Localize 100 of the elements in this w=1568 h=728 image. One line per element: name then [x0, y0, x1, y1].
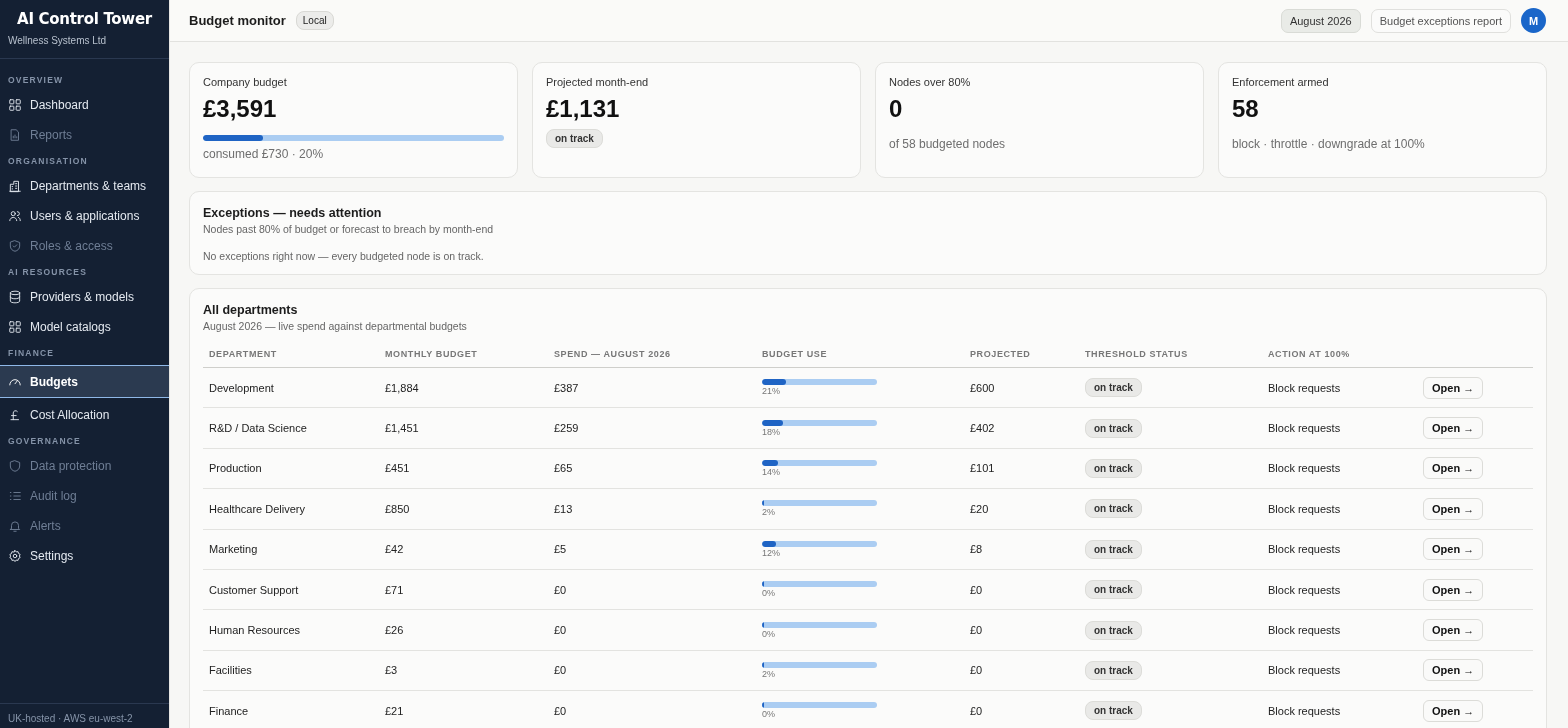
- status-badge: on track: [1085, 499, 1142, 519]
- table-cell-text: £13: [554, 502, 574, 515]
- open-button[interactable]: Open →: [1423, 417, 1484, 440]
- hosting-note: UK-hosted · AWS eu-west-2: [0, 703, 169, 728]
- table-cell-text: Block requests: [1268, 543, 1342, 556]
- sidebar-item[interactable]: Settings: [0, 541, 169, 571]
- bell-icon: [8, 519, 22, 533]
- table-cell-text: Block requests: [1268, 462, 1342, 475]
- table-cell-text: Block requests: [1268, 704, 1342, 717]
- section-heading: AI RESOURCES: [7, 266, 89, 279]
- table-cell-text: Facilities: [209, 664, 253, 677]
- table-cell-text: Customer Support: [209, 583, 300, 596]
- table-cell-text: £451: [385, 462, 411, 475]
- table-cell-text: Finance: [209, 704, 250, 717]
- sidebar-item[interactable]: Dashboard: [0, 90, 169, 120]
- period-button[interactable]: August 2026: [1280, 8, 1361, 33]
- sidebar-item[interactable]: Providers & models: [0, 282, 169, 312]
- open-button[interactable]: Open →: [1423, 619, 1484, 642]
- table-cell-text: £101: [970, 462, 996, 475]
- table-cell-text: £26: [385, 624, 405, 637]
- table-cell-text: £0: [970, 664, 984, 677]
- stat-value: £3,591: [203, 95, 278, 123]
- sidebar-item[interactable]: Budgets: [0, 365, 169, 398]
- sidebar-item[interactable]: Users & applications: [0, 201, 169, 231]
- open-button[interactable]: Open →: [1423, 659, 1484, 682]
- usage-percent: 12%: [762, 547, 781, 558]
- column-header: ACTION AT 100%: [1268, 348, 1351, 359]
- sidebar-item[interactable]: Model catalogs: [0, 312, 169, 342]
- organisation-name: Wellness Systems Ltd: [8, 35, 108, 46]
- document-icon: [8, 128, 22, 142]
- table-cell-text: £20: [970, 502, 990, 515]
- database-icon: [8, 290, 22, 304]
- stat-value: £1,131: [546, 95, 621, 123]
- table-cell-text: Block requests: [1268, 583, 1342, 596]
- grid-icon: [8, 320, 22, 334]
- status-badge: on track: [1085, 620, 1142, 640]
- usage-percent: 2%: [762, 668, 776, 679]
- section-subtitle: August 2026 — live spend against departmental budgets: [203, 320, 468, 332]
- status-badge: on track: [1085, 378, 1142, 398]
- table-cell-text: £0: [554, 583, 568, 596]
- table-cell-text: £0: [554, 624, 568, 637]
- stat-label: Nodes over 80%: [889, 76, 972, 88]
- sidebar-item[interactable]: Cost Allocation: [0, 400, 169, 430]
- section-title: All departments: [203, 303, 299, 317]
- column-header: MONTHLY BUDGET: [385, 348, 479, 359]
- table-cell-text: Block requests: [1268, 502, 1342, 515]
- open-button[interactable]: Open →: [1423, 699, 1484, 722]
- column-header: BUDGET USE: [762, 348, 828, 359]
- status-badge: on track: [1085, 458, 1142, 478]
- stat-value: 0: [889, 95, 904, 123]
- settings-icon: [8, 549, 22, 563]
- status-badge: on track: [1085, 539, 1142, 559]
- open-button[interactable]: Open →: [1423, 376, 1484, 399]
- open-button[interactable]: Open →: [1423, 538, 1484, 561]
- status-badge: on track: [1085, 580, 1142, 600]
- open-button[interactable]: Open →: [1423, 457, 1484, 480]
- status-badge: on track: [1085, 660, 1142, 680]
- report-button[interactable]: Budget exceptions report: [1370, 8, 1511, 33]
- open-button[interactable]: Open →: [1423, 578, 1484, 601]
- section-heading: GOVERNANCE: [7, 435, 82, 448]
- table-cell-text: £65: [554, 462, 574, 475]
- table-cell-text: £0: [970, 624, 984, 637]
- list-icon: [8, 489, 22, 503]
- shield-icon: [8, 459, 22, 473]
- table-cell-text: Marketing: [209, 543, 259, 556]
- stat-value: 58: [1232, 95, 1260, 123]
- table-cell-text: £387: [554, 381, 580, 394]
- usage-percent: 21%: [762, 386, 781, 397]
- user-avatar[interactable]: M: [1521, 8, 1546, 33]
- table-cell-text: Block requests: [1268, 664, 1342, 677]
- sidebar-item[interactable]: Departments & teams: [0, 171, 169, 201]
- table-cell-text: £1,451: [385, 422, 420, 435]
- status-badge: on track: [1085, 701, 1142, 721]
- section-heading: OVERVIEW: [7, 74, 65, 87]
- table-cell-text: £600: [970, 381, 996, 394]
- environment-badge: Local: [295, 11, 334, 30]
- table-cell-text: £5: [554, 543, 568, 556]
- status-badge: on track: [546, 129, 603, 148]
- table-cell-text: R&D / Data Science: [209, 422, 308, 435]
- table-cell-text: £3: [385, 664, 399, 677]
- table-cell-text: Block requests: [1268, 624, 1342, 637]
- shield-check-icon: [8, 239, 22, 253]
- section-heading: FINANCE: [7, 347, 56, 360]
- building-icon: [8, 179, 22, 193]
- table-cell-text: £259: [554, 422, 580, 435]
- table-cell-text: Healthcare Delivery: [209, 502, 306, 515]
- page-title: Budget monitor: [189, 13, 286, 28]
- usage-percent: 14%: [762, 466, 781, 477]
- table-cell-text: Development: [209, 381, 275, 394]
- column-header: DEPARTMENT: [209, 348, 278, 359]
- users-icon: [8, 209, 22, 223]
- table-cell-text: Production: [209, 462, 263, 475]
- usage-percent: 0%: [762, 628, 776, 639]
- section-subtitle: Nodes past 80% of budget or forecast to breach by month-end: [203, 223, 495, 235]
- table-cell-text: £850: [385, 502, 411, 515]
- status-badge: on track: [1085, 418, 1142, 438]
- stat-label: Enforcement armed: [1232, 76, 1330, 88]
- table-cell-text: £0: [554, 664, 568, 677]
- open-button[interactable]: Open →: [1423, 497, 1484, 520]
- stat-label: Company budget: [203, 76, 288, 88]
